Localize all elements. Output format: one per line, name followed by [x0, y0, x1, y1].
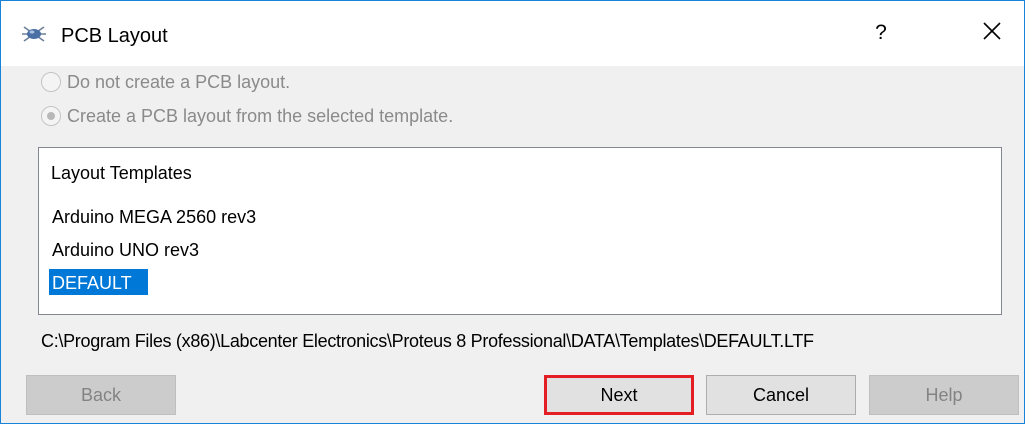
template-path: C:\Program Files (x86)\Labcenter Electro…: [41, 331, 814, 351]
title-bar: PCB Layout ?: [1, 1, 1024, 66]
pcb-layout-dialog: PCB Layout ? Do not create a PCB layout.…: [0, 0, 1025, 424]
radio-from-template-label: Create a PCB layout from the selected te…: [67, 105, 454, 126]
window-title: PCB Layout: [61, 25, 168, 47]
radio-from-template[interactable]: Create a PCB layout from the selected te…: [41, 103, 453, 129]
proteus-app-icon: [21, 23, 47, 45]
radio-no-layout-label: Do not create a PCB layout.: [67, 71, 291, 92]
close-icon: [982, 21, 1002, 46]
list-item-arduino-uno[interactable]: Arduino UNO rev3: [49, 236, 203, 262]
back-button[interactable]: Back: [26, 375, 176, 415]
close-button[interactable]: [969, 11, 1015, 55]
radio-button-unchecked: [41, 72, 61, 92]
radio-no-layout[interactable]: Do not create a PCB layout.: [41, 69, 290, 95]
list-header: Layout Templates: [51, 163, 192, 183]
radio-button-checked: [41, 106, 61, 126]
list-item-arduino-mega[interactable]: Arduino MEGA 2560 rev3: [49, 203, 260, 229]
help-button[interactable]: Help: [869, 375, 1019, 415]
list-item-default[interactable]: DEFAULT: [49, 269, 148, 295]
cancel-button[interactable]: Cancel: [706, 375, 856, 415]
context-help-button[interactable]: ?: [861, 13, 901, 53]
next-button[interactable]: Next: [544, 375, 694, 415]
layout-templates-list[interactable]: Layout Templates Arduino MEGA 2560 rev3 …: [38, 147, 1002, 315]
